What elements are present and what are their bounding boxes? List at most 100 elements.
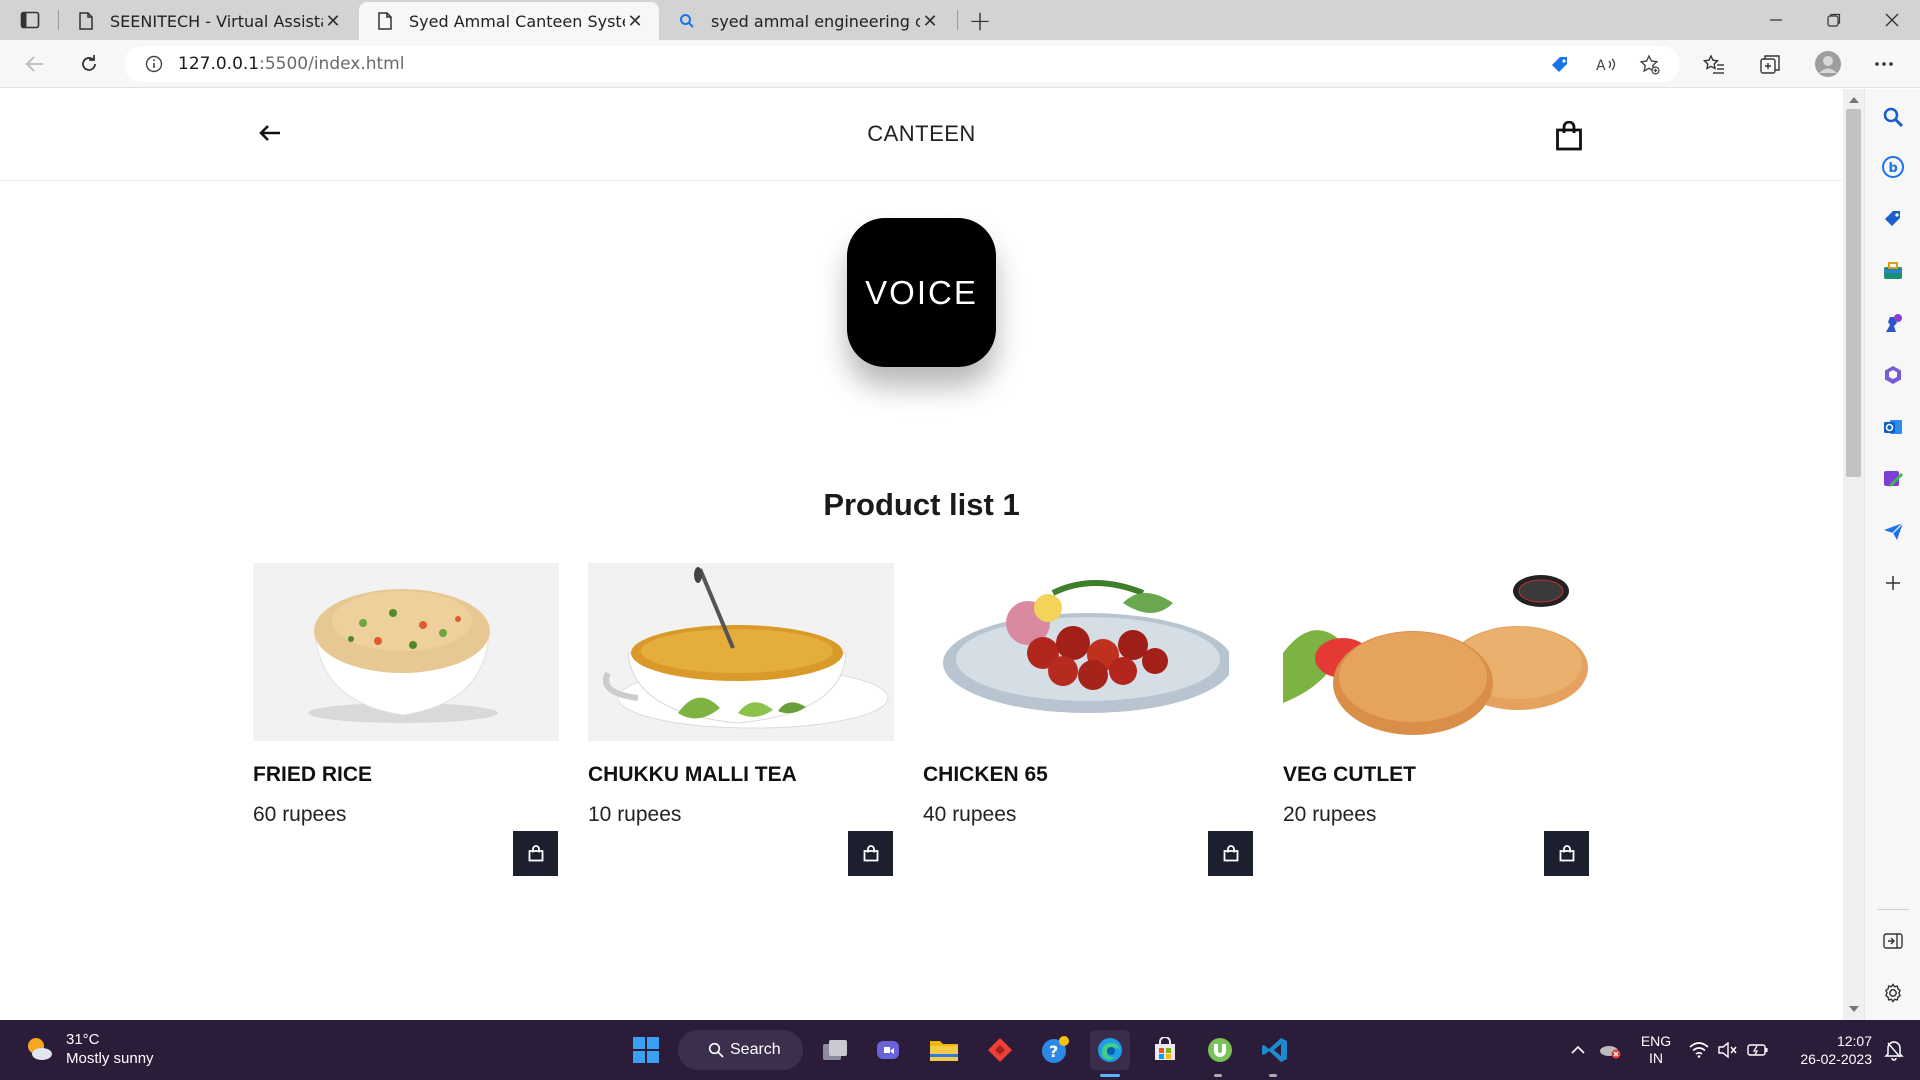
running-app-indicator (1269, 1074, 1277, 1077)
site-header: CANTEEN (0, 89, 1843, 181)
tab-title: Syed Ammal Canteen System (409, 11, 625, 31)
edge-browser-icon[interactable] (1090, 1030, 1130, 1070)
chicken-65-image[interactable] (923, 563, 1229, 741)
add-sidebar-app-icon[interactable] (1879, 569, 1907, 597)
system-clock[interactable]: 12:07 26-02-2023 (1782, 1020, 1872, 1080)
file-explorer-icon[interactable] (924, 1030, 964, 1070)
shopping-tag-icon[interactable] (1548, 54, 1572, 76)
wifi-icon[interactable] (1688, 1020, 1710, 1080)
send-icon[interactable] (1879, 517, 1907, 545)
task-view-icon[interactable] (815, 1030, 855, 1070)
fried-rice-image[interactable] (253, 563, 559, 741)
svg-text:?: ? (1049, 1042, 1058, 1061)
onedrive-error-icon[interactable] (1596, 1020, 1624, 1080)
active-app-indicator (1100, 1074, 1120, 1077)
profile-avatar-icon[interactable] (1814, 50, 1842, 78)
back-icon[interactable] (18, 48, 52, 80)
designer-icon[interactable] (1879, 465, 1907, 493)
taskbar-search[interactable]: Search (678, 1030, 803, 1070)
notification-bell-icon[interactable] (1880, 1020, 1908, 1080)
microsoft-store-icon[interactable] (1145, 1030, 1185, 1070)
office-icon[interactable] (1879, 361, 1907, 389)
collections-icon[interactable] (1756, 50, 1784, 78)
veg-cutlet-image[interactable] (1283, 563, 1589, 741)
utorrent-icon[interactable] (1200, 1030, 1240, 1070)
address-bar[interactable]: 127.0.0.1:5500/index.html A (124, 46, 1680, 82)
games-icon[interactable] (1879, 309, 1907, 337)
product-card: CHICKEN 65 40 rupees (923, 563, 1253, 876)
scroll-up-icon[interactable] (1849, 97, 1859, 103)
tools-icon[interactable] (1879, 257, 1907, 285)
weather-temperature: 31°C (66, 1031, 100, 1048)
product-price: 10 rupees (588, 803, 682, 826)
tab-title: syed ammal engineering college (711, 11, 920, 31)
more-options-icon[interactable] (1870, 50, 1898, 78)
favorites-icon[interactable] (1700, 50, 1728, 78)
shopping-bag-icon[interactable] (1554, 119, 1584, 153)
browser-tab-strip: SEENITECH - Virtual Assistant ✕ Syed Amm… (0, 0, 1920, 40)
product-price: 40 rupees (923, 803, 1017, 826)
tab-seenitech[interactable]: SEENITECH - Virtual Assistant ✕ (60, 2, 357, 40)
add-to-cart-button[interactable] (848, 831, 893, 876)
product-name: VEG CUTLET (1283, 763, 1417, 786)
shopping-bag-icon (863, 845, 878, 862)
bing-chat-icon[interactable]: b (1879, 153, 1907, 181)
restore-icon[interactable] (1806, 0, 1862, 40)
tab-search-syed-ammal[interactable]: syed ammal engineering college ✕ (661, 2, 954, 40)
settings-gear-icon[interactable] (1879, 979, 1907, 1007)
language-region: IN (1649, 1050, 1663, 1066)
battery-charging-icon[interactable] (1746, 1020, 1770, 1080)
vscode-icon[interactable] (1255, 1030, 1295, 1070)
tab-canteen-system[interactable]: Syed Ammal Canteen System ✕ (359, 2, 659, 40)
partly-sunny-icon (28, 1038, 52, 1060)
show-hidden-icons-icon[interactable] (1566, 1020, 1590, 1080)
language-indicator[interactable]: ENG IN (1634, 1020, 1678, 1080)
scroll-down-icon[interactable] (1849, 1006, 1859, 1012)
language-code: ENG (1640, 1033, 1672, 1049)
search-icon (708, 1042, 724, 1058)
weather-widget[interactable]: 31°C Mostly sunny (24, 1030, 154, 1068)
add-favorite-icon[interactable] (1638, 54, 1662, 76)
running-app-indicator (1214, 1074, 1222, 1077)
add-to-cart-button[interactable] (513, 831, 558, 876)
volume-muted-icon[interactable] (1716, 1020, 1740, 1080)
tea-cup-image[interactable] (588, 563, 894, 741)
search-icon[interactable] (1879, 103, 1907, 131)
tab-separator (58, 10, 59, 30)
site-info-icon[interactable] (144, 54, 164, 74)
search-icon (677, 11, 697, 31)
svg-text:A: A (1596, 58, 1606, 74)
voice-button[interactable]: VOICE (847, 218, 996, 367)
minimize-icon[interactable] (1748, 0, 1804, 40)
shopping-bag-icon (1223, 845, 1238, 862)
windows-taskbar: 31°C Mostly sunny Search ? ENG IN 12:07 … (0, 1020, 1920, 1080)
close-tab-icon[interactable]: ✕ (625, 11, 645, 32)
product-price: 20 rupees (1283, 803, 1377, 826)
anydesk-icon[interactable] (980, 1030, 1020, 1070)
tab-actions-icon[interactable] (14, 6, 46, 34)
product-price: 60 rupees (253, 803, 347, 826)
teams-chat-icon[interactable] (869, 1030, 909, 1070)
read-aloud-icon[interactable]: A (1594, 54, 1618, 76)
close-tab-icon[interactable]: ✕ (920, 11, 940, 32)
close-window-icon[interactable] (1864, 0, 1920, 40)
hide-sidebar-icon[interactable] (1879, 927, 1907, 955)
shopping-bag-icon (528, 845, 543, 862)
page-icon (375, 11, 395, 31)
add-to-cart-button[interactable] (1208, 831, 1253, 876)
get-help-icon[interactable]: ? (1035, 1030, 1075, 1070)
page-icon (76, 11, 96, 31)
refresh-icon[interactable] (72, 48, 106, 80)
page-scrollbar[interactable] (1843, 89, 1864, 1020)
clock-time: 12:07 (1836, 1033, 1872, 1049)
clock-date: 26-02-2023 (1800, 1051, 1872, 1067)
scrollbar-thumb[interactable] (1846, 109, 1861, 477)
url-text: 127.0.0.1:5500/index.html (178, 54, 404, 74)
section-title: Product list 1 (823, 487, 1020, 522)
outlook-icon[interactable] (1879, 413, 1907, 441)
shopping-icon[interactable] (1879, 205, 1907, 233)
new-tab-button[interactable]: + (964, 4, 996, 37)
close-tab-icon[interactable]: ✕ (323, 11, 343, 32)
windows-start-icon[interactable] (626, 1030, 666, 1070)
add-to-cart-button[interactable] (1544, 831, 1589, 876)
